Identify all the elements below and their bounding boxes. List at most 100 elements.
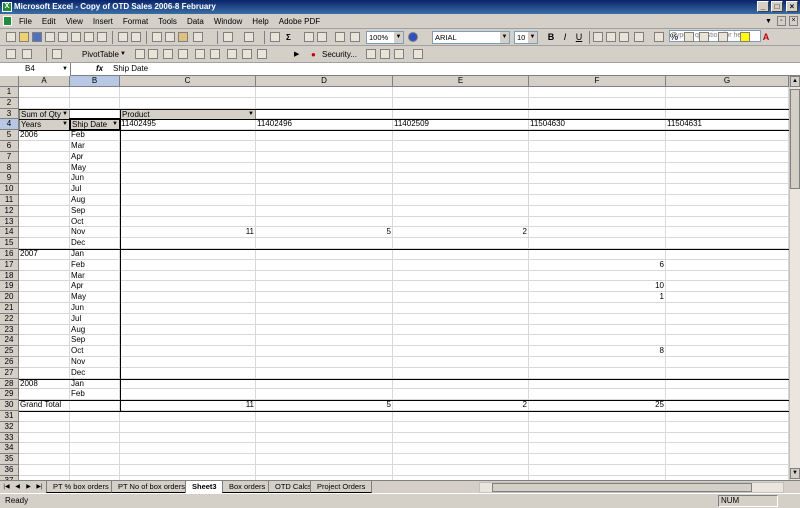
grand-total-label[interactable]: Grand Total: [19, 400, 70, 411]
scroll-thumb[interactable]: [790, 89, 800, 189]
row-header[interactable]: 14: [0, 227, 19, 239]
data-value[interactable]: 10: [529, 281, 666, 292]
format-report-icon[interactable]: [135, 49, 145, 59]
row-header[interactable]: 31: [0, 411, 19, 422]
menu-file[interactable]: File: [14, 14, 37, 29]
row-header[interactable]: 26: [0, 357, 19, 368]
menu-window[interactable]: Window: [209, 14, 247, 29]
research-icon[interactable]: [131, 32, 141, 42]
row-header[interactable]: 19: [0, 281, 19, 293]
data-value[interactable]: 1: [529, 292, 666, 303]
close-button[interactable]: ×: [786, 1, 798, 12]
row-header[interactable]: 3: [0, 108, 19, 120]
autosum-icon[interactable]: Σ: [286, 32, 291, 43]
column-header-g[interactable]: G: [666, 76, 789, 87]
undo-icon[interactable]: [223, 32, 233, 42]
pivot-chart-icon[interactable]: [148, 49, 158, 59]
pivot-wizard-icon[interactable]: [52, 49, 62, 59]
year-label[interactable]: 2007: [19, 249, 70, 260]
row-header[interactable]: 17: [0, 259, 19, 271]
maximize-button[interactable]: □: [771, 1, 783, 12]
row-header[interactable]: 29: [0, 389, 19, 401]
month-label[interactable]: Oct: [70, 346, 120, 357]
save-icon[interactable]: [32, 32, 42, 42]
row-header[interactable]: 34: [0, 443, 19, 455]
row-header[interactable]: 12: [0, 205, 19, 217]
month-label[interactable]: Feb: [70, 260, 120, 271]
month-label[interactable]: Nov: [70, 227, 120, 238]
row-header[interactable]: 4: [0, 119, 19, 131]
formula-input[interactable]: Ship Date: [113, 63, 148, 75]
link-icon[interactable]: [413, 49, 423, 59]
paste-icon[interactable]: [178, 32, 188, 42]
row-header[interactable]: 1: [0, 87, 19, 98]
data-value[interactable]: 2: [393, 227, 529, 238]
redo-icon[interactable]: [244, 32, 254, 42]
row-header[interactable]: 28: [0, 378, 19, 390]
sheet-tab[interactable]: Sheet3: [185, 481, 224, 493]
product-header[interactable]: 11402495: [120, 119, 256, 130]
row-header[interactable]: 18: [0, 270, 19, 282]
month-label[interactable]: Jun: [70, 173, 120, 184]
pivot-row-field-years[interactable]: Years ▼: [19, 119, 70, 131]
menu-adobe-pdf[interactable]: Adobe PDF: [274, 14, 325, 29]
scroll-up-icon[interactable]: ▲: [790, 76, 800, 87]
product-header[interactable]: 11402496: [256, 119, 393, 130]
copy-icon[interactable]: [165, 32, 175, 42]
insert-function-icon[interactable]: fx: [96, 63, 103, 75]
grand-total-value[interactable]: 11: [120, 400, 256, 411]
row-header[interactable]: 27: [0, 367, 19, 379]
scroll-down-icon[interactable]: ▼: [790, 468, 800, 479]
sheet-tab[interactable]: Project Orders: [310, 481, 373, 493]
grand-total-value[interactable]: 5: [256, 400, 393, 411]
month-label[interactable]: May: [70, 292, 120, 303]
previous-sheet-icon[interactable]: ◀: [13, 482, 22, 492]
drawing-icon[interactable]: [350, 32, 360, 42]
show-detail-icon[interactable]: [178, 49, 188, 59]
month-label[interactable]: Mar: [70, 141, 120, 152]
month-label[interactable]: Apr: [70, 281, 120, 292]
menu-format[interactable]: Format: [118, 14, 153, 29]
column-header-f[interactable]: F: [529, 76, 666, 87]
percent-button[interactable]: %: [668, 32, 680, 43]
row-header[interactable]: 36: [0, 465, 19, 476]
year-label[interactable]: 2008: [19, 379, 70, 390]
pivottable-menu[interactable]: PivotTable: [82, 49, 119, 60]
month-label[interactable]: Dec: [70, 368, 120, 379]
menu-edit[interactable]: Edit: [37, 14, 61, 29]
scroll-thumb[interactable]: [492, 483, 752, 492]
close-workbook-icon[interactable]: ×: [789, 16, 798, 26]
chart-wizard-icon[interactable]: [335, 32, 345, 42]
data-value[interactable]: 8: [529, 346, 666, 357]
search-icon[interactable]: [71, 32, 81, 42]
print-icon[interactable]: [84, 32, 94, 42]
hide-detail-icon[interactable]: [163, 49, 173, 59]
refresh-data-icon[interactable]: [195, 49, 205, 59]
month-label[interactable]: Oct: [70, 217, 120, 228]
month-label[interactable]: Mar: [70, 271, 120, 282]
font-select[interactable]: ARIAL ▼: [432, 31, 510, 44]
pivot-data-field[interactable]: Sum of Qty ▼: [19, 108, 70, 120]
sort-descending-icon[interactable]: [317, 32, 327, 42]
restore-window-icon[interactable]: ▫: [777, 16, 786, 26]
row-header[interactable]: 7: [0, 151, 19, 163]
month-label[interactable]: May: [70, 163, 120, 174]
name-box[interactable]: B4 ▼: [0, 63, 71, 76]
month-label[interactable]: Jul: [70, 314, 120, 325]
sheet-tab[interactable]: PT No of box orders: [111, 481, 192, 493]
include-hidden-icon[interactable]: [210, 49, 220, 59]
month-label[interactable]: Aug: [70, 325, 120, 336]
row-header[interactable]: 16: [0, 249, 19, 260]
vertical-scrollbar[interactable]: ▲ ▼: [789, 76, 800, 480]
underline-button[interactable]: U: [573, 32, 585, 43]
design-mode-icon[interactable]: [380, 49, 390, 59]
email-icon[interactable]: [58, 32, 68, 42]
record-macro-icon[interactable]: ●: [311, 49, 316, 60]
format-painter-icon[interactable]: [193, 32, 203, 42]
row-header[interactable]: 32: [0, 421, 19, 433]
row-header[interactable]: 9: [0, 173, 19, 185]
align-center-icon[interactable]: [606, 32, 616, 42]
chevron-down-icon[interactable]: ▼: [62, 120, 68, 129]
field-list-icon[interactable]: [242, 49, 252, 59]
year-label[interactable]: 2006: [19, 130, 70, 141]
